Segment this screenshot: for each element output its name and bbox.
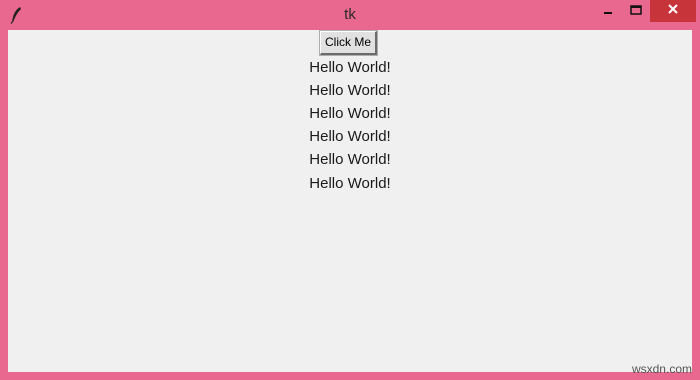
hello-label-5: Hello World! (309, 151, 391, 168)
close-button[interactable] (650, 0, 696, 22)
maximize-button[interactable] (622, 0, 650, 22)
maximize-icon (630, 2, 642, 20)
window-content: Click Me Hello World! Hello World! Hello… (8, 30, 692, 372)
app-window: tk Click Me Hello World! Hello World! He… (0, 0, 700, 380)
watermark: wsxdn.com (631, 362, 692, 376)
title-bar[interactable]: tk (0, 0, 700, 30)
hello-label-6: Hello World! (309, 175, 391, 192)
click-me-button[interactable]: Click Me (319, 30, 378, 56)
hello-label-1: Hello World! (309, 59, 391, 76)
minimize-icon (603, 2, 613, 20)
hello-label-3: Hello World! (309, 105, 391, 122)
hello-label-4: Hello World! (309, 128, 391, 145)
minimize-button[interactable] (594, 0, 622, 22)
close-icon (667, 2, 679, 20)
hello-label-2: Hello World! (309, 82, 391, 99)
